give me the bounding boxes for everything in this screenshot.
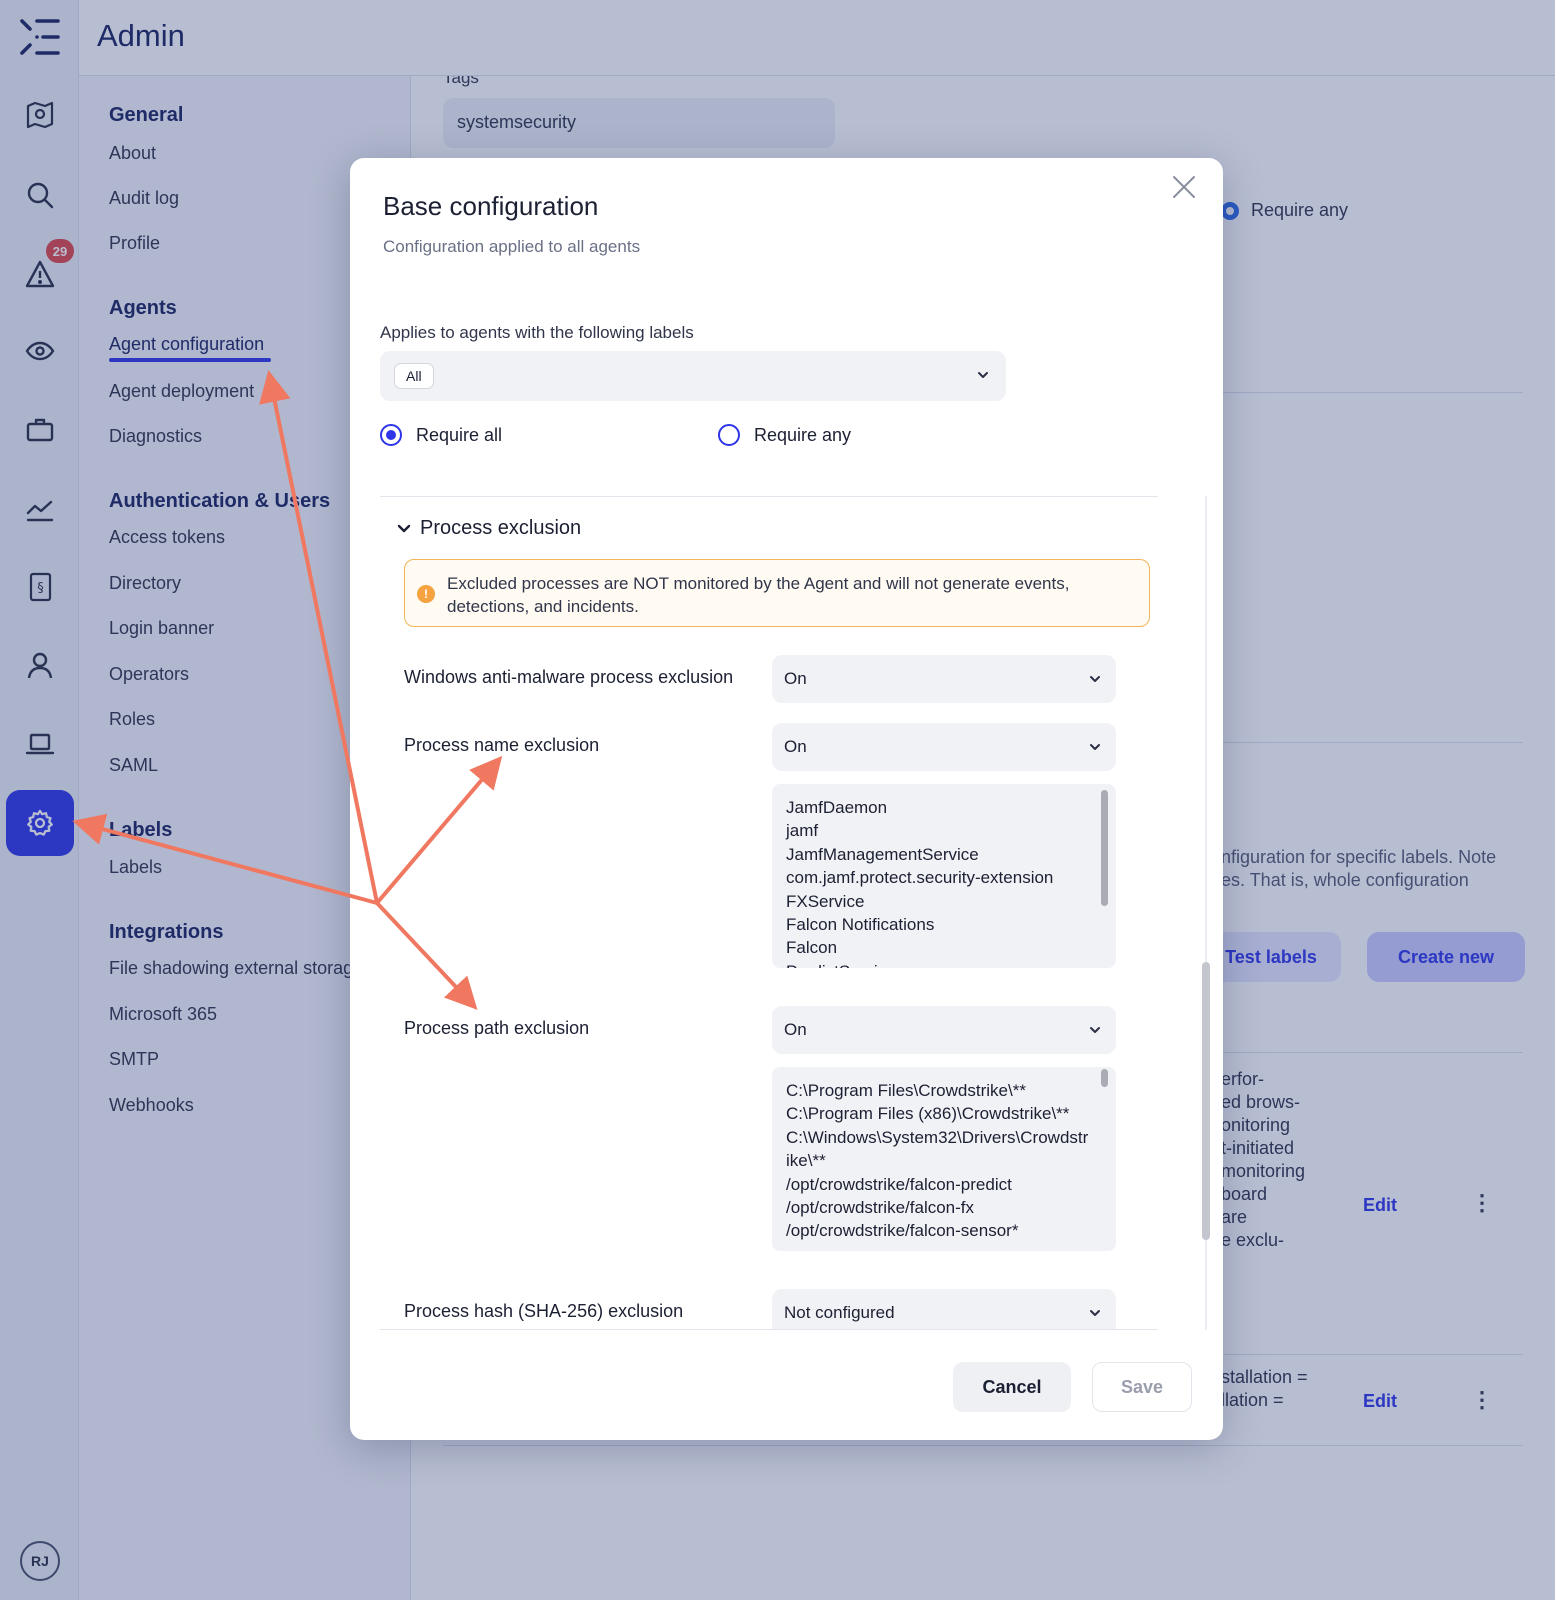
close-icon[interactable] xyxy=(1169,172,1199,202)
require-any-radio[interactable]: Require any xyxy=(718,424,851,446)
require-all-label: Require all xyxy=(416,424,503,445)
radio-selected-icon xyxy=(380,424,402,446)
process-path-list[interactable]: C:\Program Files\Crowdstrike\** C:\Progr… xyxy=(772,1067,1116,1251)
config-scroll-area[interactable]: Process exclusion ! Excluded processes a… xyxy=(380,496,1158,1330)
chevron-down-icon xyxy=(1090,1027,1100,1033)
base-configuration-dialog: Base configuration Configuration applied… xyxy=(350,158,1223,1440)
dialog-scrollbar[interactable] xyxy=(1202,962,1210,1240)
select-value: Not configured xyxy=(784,1303,895,1322)
save-button[interactable]: Save xyxy=(1092,1362,1192,1412)
process-path-exclusion-label: Process path exclusion xyxy=(404,1018,590,1038)
windows-exclusion-select[interactable]: On xyxy=(772,655,1116,703)
chevron-down-icon xyxy=(1090,744,1100,750)
process-path-exclusion-select[interactable]: On xyxy=(772,1006,1116,1054)
process-name-exclusion-label: Process name exclusion xyxy=(404,735,600,755)
warning-text: Excluded processes are NOT monitored by … xyxy=(447,574,1070,616)
radio-unselected-icon xyxy=(718,424,740,446)
warning-icon: ! xyxy=(417,585,435,603)
process-name-list-text: JamfDaemon jamf JamfManagementService co… xyxy=(786,798,1054,968)
process-hash-exclusion-label: Process hash (SHA-256) exclusion xyxy=(404,1301,684,1321)
textbox-scrollbar[interactable] xyxy=(1101,1069,1108,1087)
cancel-button[interactable]: Cancel xyxy=(953,1362,1071,1412)
textbox-scrollbar[interactable] xyxy=(1101,790,1108,906)
chevron-down-icon xyxy=(978,372,988,378)
dialog-title: Base configuration xyxy=(383,191,599,221)
select-value: On xyxy=(784,1020,807,1039)
process-path-list-text: C:\Program Files\Crowdstrike\** C:\Progr… xyxy=(786,1081,1089,1241)
process-name-exclusion-select[interactable]: On xyxy=(772,723,1116,771)
chevron-down-icon xyxy=(1090,676,1100,682)
dialog-subtitle: Configuration applied to all agents xyxy=(383,237,641,256)
chevron-down-icon xyxy=(397,524,411,532)
select-value: On xyxy=(784,737,807,756)
process-exclusion-toggle[interactable]: Process exclusion xyxy=(396,517,581,540)
process-name-list[interactable]: JamfDaemon jamf JamfManagementService co… xyxy=(772,784,1116,968)
chevron-down-icon xyxy=(1090,1310,1100,1316)
process-hash-exclusion-select[interactable]: Not configured xyxy=(772,1289,1116,1329)
select-value: On xyxy=(784,669,807,688)
require-any-label: Require any xyxy=(754,424,852,445)
windows-exclusion-label: Windows anti-malware process exclusion xyxy=(404,667,734,687)
label-chip[interactable]: All xyxy=(394,363,434,389)
labels-field-label: Applies to agents with the following lab… xyxy=(380,323,694,342)
require-all-radio[interactable]: Require all xyxy=(380,424,502,446)
section-title: Process exclusion xyxy=(420,517,582,539)
warning-banner: ! Excluded processes are NOT monitored b… xyxy=(404,559,1150,627)
labels-select[interactable]: All xyxy=(380,351,1006,401)
